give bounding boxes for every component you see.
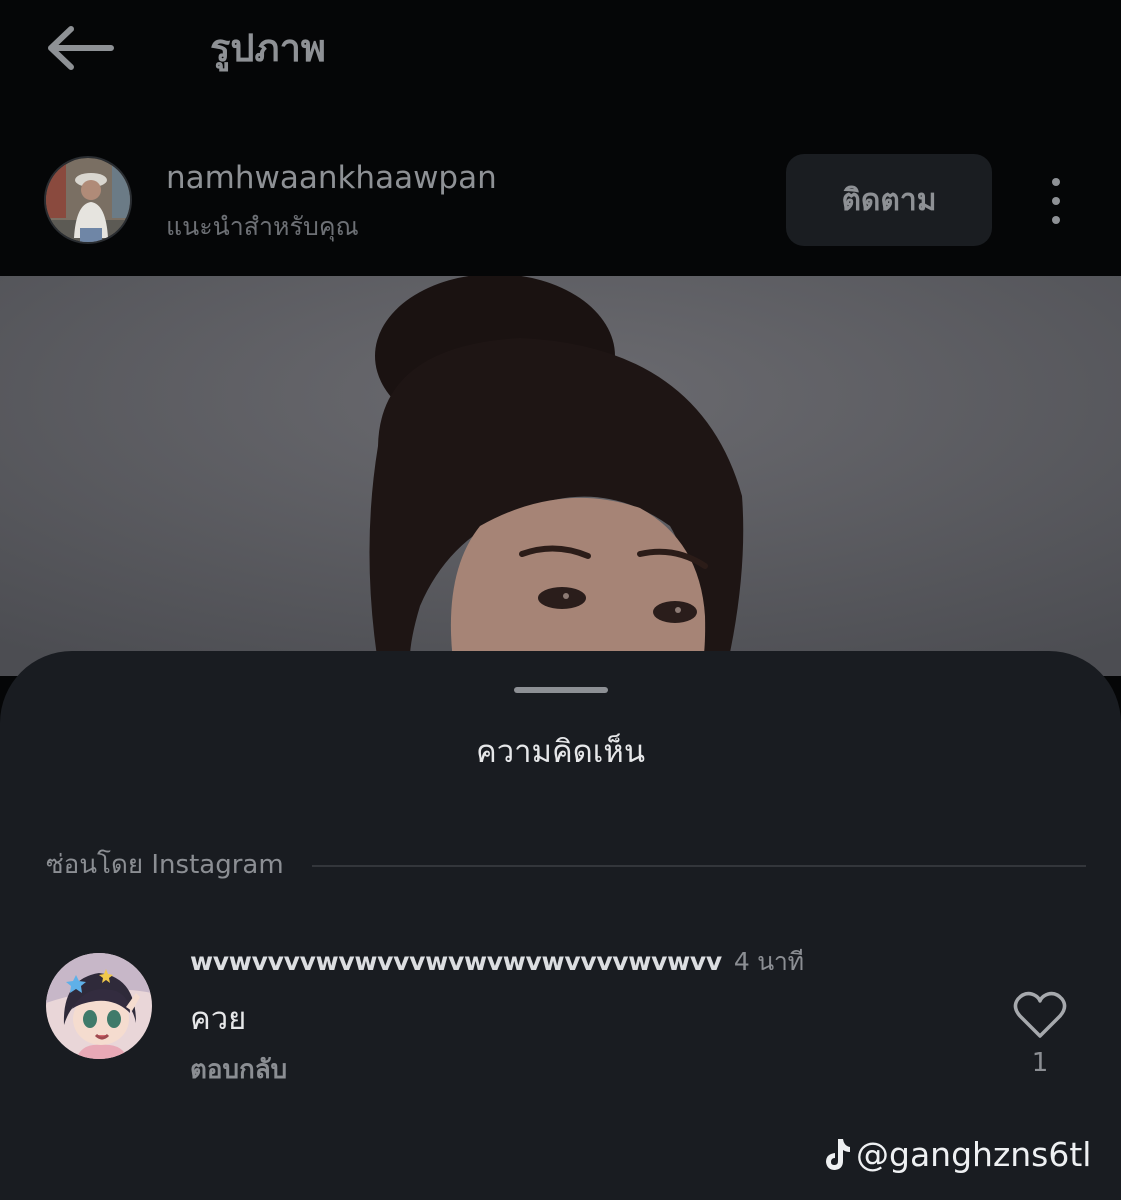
watermark-handle: @ganghzns6tl <box>856 1135 1092 1174</box>
like-comment-button[interactable] <box>1012 989 1068 1041</box>
hidden-comments-divider: ซ่อนโดย Instagram <box>46 847 1086 883</box>
post-photo[interactable] <box>0 276 1121 676</box>
comment-text: ควย <box>190 1001 247 1037</box>
comments-sheet: ความคิดเห็น ซ่อนโดย Instagram wvwvvvvwvw… <box>0 651 1121 1200</box>
post-author-row: namhwaankhaawpan แนะนำสำหรับคุณ ติดตาม <box>0 130 1121 276</box>
back-button[interactable] <box>38 18 124 78</box>
reply-button[interactable]: ตอบกลับ <box>190 1051 287 1089</box>
like-count: 1 <box>1031 1048 1049 1078</box>
arrow-left-icon <box>48 26 114 70</box>
heart-outline-icon <box>1013 991 1067 1038</box>
commenter-avatar[interactable] <box>46 953 152 1059</box>
more-vertical-icon <box>1052 178 1060 186</box>
top-bar: รูปภาพ <box>0 0 1121 110</box>
tiktok-watermark: @ganghzns6tl <box>820 1134 1091 1176</box>
comments-title: ความคิดเห็น <box>475 734 646 770</box>
sheet-drag-handle[interactable] <box>514 687 608 693</box>
suggested-label: แนะนำสำหรับคุณ <box>166 212 359 241</box>
tiktok-logo-icon <box>826 1139 850 1170</box>
comment-timestamp: 4 นาที <box>733 947 804 976</box>
author-username[interactable]: namhwaankhaawpan <box>166 158 497 198</box>
more-options-button[interactable] <box>1036 176 1076 226</box>
author-avatar[interactable] <box>44 156 132 244</box>
follow-button[interactable]: ติดตาม <box>786 154 992 246</box>
hidden-by-instagram-label[interactable]: ซ่อนโดย Instagram <box>46 847 284 883</box>
commenter-username[interactable]: wvwvvvvwvwvvvwvwvwvwvvvvwvwvv <box>190 947 722 976</box>
comment-header: wvwvvvvwvwvvvwvwvwvwvvvvwvwvv 4 นาที <box>190 945 804 979</box>
page-title: รูปภาพ <box>210 26 326 70</box>
divider-line <box>311 865 1086 867</box>
